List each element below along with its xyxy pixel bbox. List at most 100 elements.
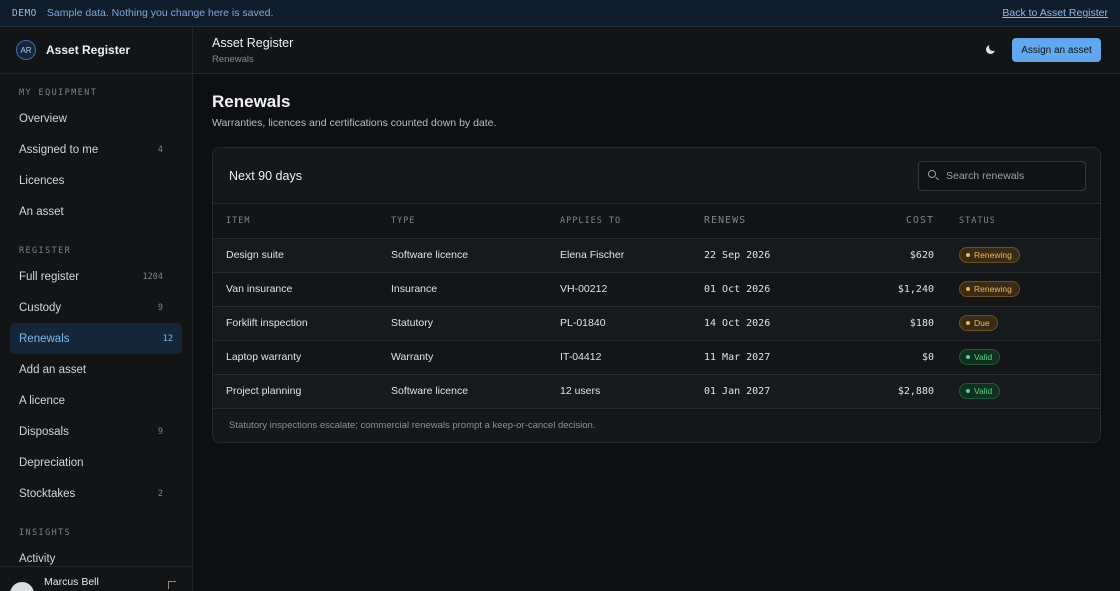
page-title: Renewals xyxy=(212,92,291,111)
sidebar-item-add-an-asset[interactable]: Add an asset xyxy=(0,354,182,385)
page-subtitle: Warranties, licences and certifications … xyxy=(212,117,497,129)
sidebar-item-label: Full register xyxy=(19,270,80,283)
sidebar-item-label: Custody xyxy=(19,301,62,314)
cell-applies-to: IT-04412 xyxy=(560,340,704,375)
sidebar-item-count: 4 xyxy=(157,144,163,155)
sidebar-item-label: Add an asset xyxy=(19,363,87,376)
status-dot-icon xyxy=(966,355,970,359)
sidebar-item-assigned-to-me[interactable]: Assigned to me 4 xyxy=(0,134,182,165)
cell-item: Laptop warranty xyxy=(213,340,391,375)
sidebar-item-label: Activity xyxy=(19,552,56,565)
column-header[interactable]: APPLIES TO xyxy=(560,204,704,239)
cell-item: Van insurance xyxy=(213,272,391,307)
brand[interactable]: AR Asset Register xyxy=(0,27,192,74)
cell-status: Renewing xyxy=(934,238,1100,273)
demo-banner: DEMO Sample data. Nothing you change her… xyxy=(0,0,1120,27)
section-label: INSIGHTS xyxy=(19,528,72,538)
brand-name: Asset Register xyxy=(46,43,131,57)
column-header[interactable]: STATUS xyxy=(934,204,1100,239)
status-label: Renewing xyxy=(974,250,1012,260)
sidebar-item-label: Licences xyxy=(19,174,65,187)
expand-icon[interactable] xyxy=(168,581,176,589)
column-header[interactable]: TYPE xyxy=(391,204,560,239)
status-dot-icon xyxy=(966,253,970,257)
topbar: Asset Register Renewals Assign an asset xyxy=(193,27,1120,74)
demo-tag: DEMO xyxy=(12,7,37,19)
sidebar-item-label: Overview xyxy=(19,112,67,125)
sidebar-item-label: A licence xyxy=(19,394,66,407)
cell-type: Software licence xyxy=(391,238,560,273)
table-row[interactable]: Forklift inspection Statutory PL-01840 14 O… xyxy=(213,306,1100,341)
table-row[interactable]: Van insurance Insurance VH-00212 01 Oct 202… xyxy=(213,272,1100,307)
column-header[interactable]: RENEWS xyxy=(704,204,834,239)
sidebar-item-full-register[interactable]: Full register 1204 xyxy=(0,261,182,292)
sidebar-item-renewals[interactable]: Renewals 12 xyxy=(10,323,182,354)
sidebar-item-licences[interactable]: Licences xyxy=(0,165,182,196)
status-dot-icon xyxy=(966,389,970,393)
brand-logo: AR xyxy=(16,40,36,60)
sidebar-item-custody[interactable]: Custody 9 xyxy=(0,292,182,323)
status-label: Due xyxy=(974,318,990,328)
cell-status: Valid xyxy=(934,340,1100,375)
user-panel[interactable]: MB Marcus Bell xyxy=(0,566,192,591)
assign-asset-button[interactable]: Assign an asset xyxy=(1012,38,1101,62)
cell-type: Warranty xyxy=(391,340,560,375)
sidebar-item-label: Assigned to me xyxy=(19,143,99,156)
column-header[interactable]: COST xyxy=(834,204,934,239)
table-row[interactable]: Design suite Software licence Elena Fische… xyxy=(213,238,1100,273)
sidebar-item-count: 1204 xyxy=(142,271,163,282)
cell-renews: 22 Sep 2026 xyxy=(704,238,834,273)
status-dot-icon xyxy=(966,287,970,291)
sidebar-item-label: Renewals xyxy=(19,332,70,345)
cell-applies-to: Elena Fischer xyxy=(560,238,704,273)
search-box[interactable] xyxy=(918,161,1086,191)
renewals-card: Next 90 days ITEM TYPE APPLIES TO RENEWS… xyxy=(212,147,1101,443)
sidebar-item-depreciation[interactable]: Depreciation xyxy=(0,447,182,478)
cell-applies-to: VH-00212 xyxy=(560,272,704,307)
cell-type: Statutory xyxy=(391,306,560,341)
section-label: REGISTER xyxy=(19,246,72,256)
cell-renews: 01 Jan 2027 xyxy=(704,374,834,409)
status-badge: Renewing xyxy=(959,247,1020,263)
status-label: Valid xyxy=(974,352,993,362)
sidebar-item-overview[interactable]: Overview xyxy=(0,103,182,134)
search-input[interactable] xyxy=(946,170,1076,182)
renewals-table: ITEM TYPE APPLIES TO RENEWS COST STATUS … xyxy=(213,204,1100,409)
sidebar-item-count: 9 xyxy=(157,426,163,437)
sidebar-item-label: Stocktakes xyxy=(19,487,76,500)
table-header-row: ITEM TYPE APPLIES TO RENEWS COST STATUS xyxy=(213,204,1100,239)
column-header[interactable]: ITEM xyxy=(213,204,391,239)
cell-item: Forklift inspection xyxy=(213,306,391,341)
avatar: MB xyxy=(10,582,34,591)
moon-icon[interactable] xyxy=(979,38,1003,62)
table-row[interactable]: Laptop warranty Warranty IT-04412 11 Mar 20… xyxy=(213,340,1100,375)
cell-item: Project planning xyxy=(213,374,391,409)
card-footnote: Statutory inspections escalate; commerci… xyxy=(229,420,596,431)
status-label: Renewing xyxy=(974,284,1012,294)
table-row[interactable]: Project planning Software licence 12 users… xyxy=(213,374,1100,409)
cell-status: Valid xyxy=(934,374,1100,409)
cell-cost: $1,240 xyxy=(834,272,934,307)
sidebar-item-label: Disposals xyxy=(19,425,69,438)
cell-applies-to: 12 users xyxy=(560,374,704,409)
section-label: MY EQUIPMENT xyxy=(19,88,98,98)
search-icon xyxy=(928,170,940,182)
cell-cost: $180 xyxy=(834,306,934,341)
sidebar-item-an-asset[interactable]: An asset xyxy=(0,196,182,227)
status-badge: Valid xyxy=(959,383,1001,399)
back-link[interactable]: Back to Asset Register xyxy=(1002,7,1108,19)
cell-applies-to: PL-01840 xyxy=(560,306,704,341)
sidebar-item-count: 12 xyxy=(162,333,173,344)
user-name: Marcus Bell xyxy=(44,576,99,588)
breadcrumb[interactable]: Renewals xyxy=(212,54,254,65)
sidebar-item-stocktakes[interactable]: Stocktakes 2 xyxy=(0,478,182,509)
sidebar-item-label: An asset xyxy=(19,205,64,218)
cell-renews: 11 Mar 2027 xyxy=(704,340,834,375)
status-dot-icon xyxy=(966,321,970,325)
sidebar-item-disposals[interactable]: Disposals 9 xyxy=(0,416,182,447)
cell-item: Design suite xyxy=(213,238,391,273)
page-header: Renewals Warranties, licences and certif… xyxy=(212,92,1102,129)
cell-status: Renewing xyxy=(934,272,1100,307)
cell-renews: 01 Oct 2026 xyxy=(704,272,834,307)
sidebar-item-a-licence[interactable]: A licence xyxy=(0,385,182,416)
